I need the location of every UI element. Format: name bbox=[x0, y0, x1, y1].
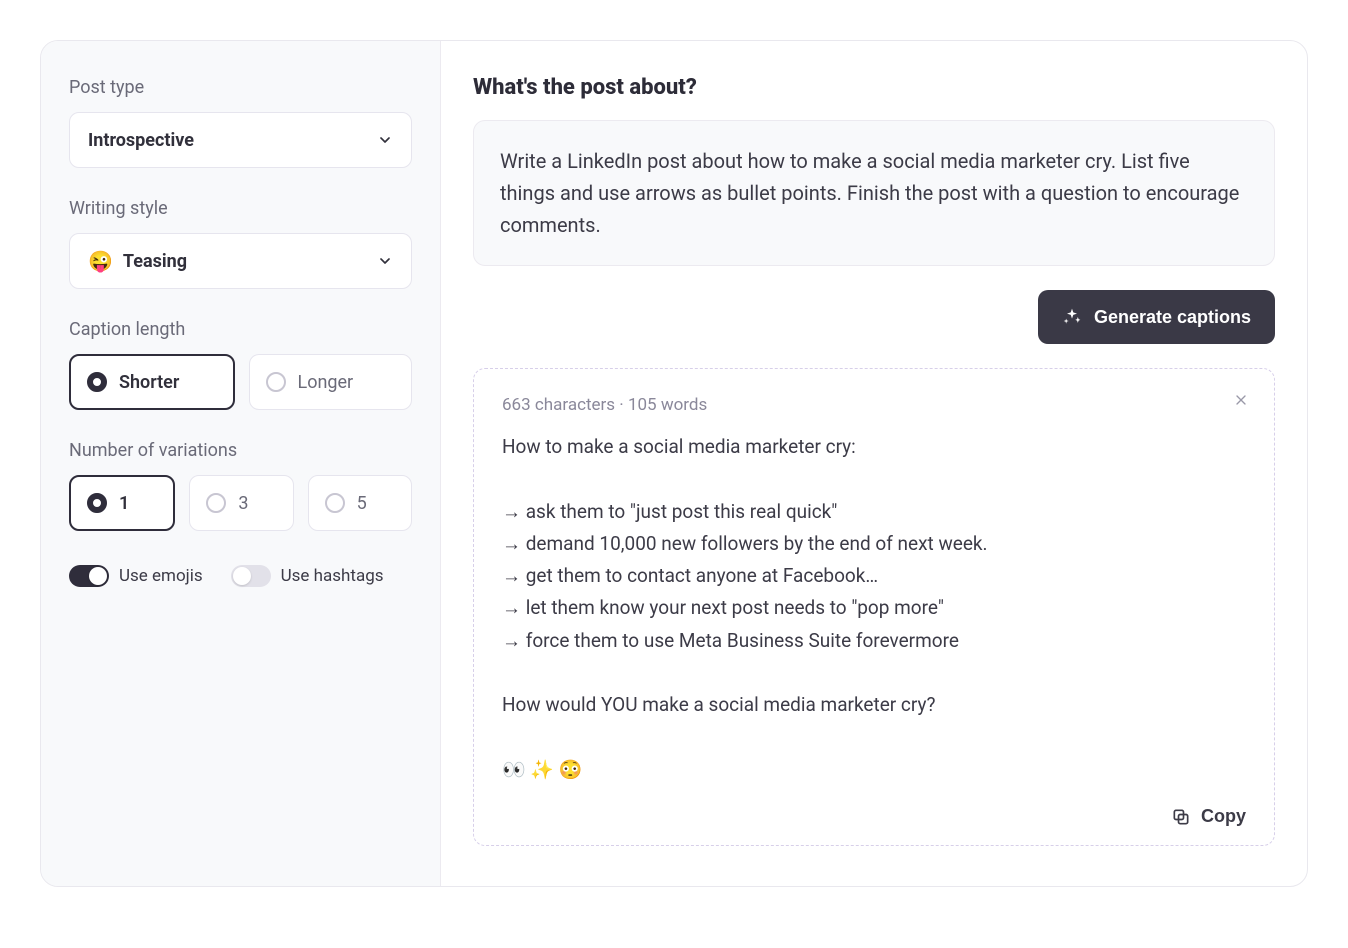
variations-option-5[interactable]: 5 bbox=[308, 475, 412, 531]
result-card: 663 characters · 105 words How to make a… bbox=[473, 368, 1275, 846]
app-shell: Post type Introspective Writing style 😜 … bbox=[40, 40, 1308, 887]
radio-label: 5 bbox=[357, 493, 367, 514]
post-type-select[interactable]: Introspective bbox=[69, 112, 412, 168]
result-body[interactable]: How to make a social media marketer cry:… bbox=[502, 431, 1246, 786]
variations-label: Number of variations bbox=[69, 440, 412, 461]
writing-style-label: Writing style bbox=[69, 198, 412, 219]
writing-style-emoji: 😜 bbox=[88, 249, 113, 273]
close-icon bbox=[1233, 392, 1249, 412]
radio-icon bbox=[87, 372, 107, 392]
toggle-emojis[interactable] bbox=[69, 565, 109, 587]
page-title: What's the post about? bbox=[473, 75, 1275, 100]
writing-style-text: Teasing bbox=[123, 251, 187, 272]
radio-icon bbox=[206, 493, 226, 513]
generate-captions-label: Generate captions bbox=[1094, 307, 1251, 328]
post-type-value: Introspective bbox=[88, 130, 194, 151]
toggle-knob bbox=[89, 567, 107, 585]
radio-label: 3 bbox=[238, 493, 248, 514]
radio-icon bbox=[87, 493, 107, 513]
toggle-knob bbox=[233, 567, 251, 585]
radio-icon bbox=[266, 372, 286, 392]
sparkles-icon bbox=[1062, 307, 1082, 327]
variations-option-1[interactable]: 1 bbox=[69, 475, 175, 531]
toggle-hashtags-label: Use hashtags bbox=[281, 566, 384, 586]
toggle-hashtags-group: Use hashtags bbox=[231, 565, 384, 587]
result-actions: Copy bbox=[502, 806, 1246, 827]
generate-captions-button[interactable]: Generate captions bbox=[1038, 290, 1275, 344]
prompt-textarea[interactable]: Write a LinkedIn post about how to make … bbox=[473, 120, 1275, 266]
copy-icon bbox=[1171, 807, 1191, 827]
chevron-down-icon bbox=[377, 132, 393, 148]
toggles-row: Use emojis Use hashtags bbox=[69, 565, 412, 587]
writing-style-value: 😜 Teasing bbox=[88, 249, 187, 273]
radio-label: Longer bbox=[298, 372, 354, 393]
chevron-down-icon bbox=[377, 253, 393, 269]
caption-length-shorter[interactable]: Shorter bbox=[69, 354, 235, 410]
main: What's the post about? Write a LinkedIn … bbox=[441, 41, 1307, 886]
radio-icon bbox=[325, 493, 345, 513]
caption-length-label: Caption length bbox=[69, 319, 412, 340]
close-result-button[interactable] bbox=[1230, 391, 1252, 413]
toggle-hashtags[interactable] bbox=[231, 565, 271, 587]
radio-label: Shorter bbox=[119, 372, 179, 393]
generate-row: Generate captions bbox=[473, 290, 1275, 344]
copy-label: Copy bbox=[1201, 806, 1246, 827]
radio-label: 1 bbox=[119, 493, 129, 514]
toggle-emojis-label: Use emojis bbox=[119, 566, 203, 586]
writing-style-select[interactable]: 😜 Teasing bbox=[69, 233, 412, 289]
caption-length-group: Shorter Longer bbox=[69, 354, 412, 410]
variations-group: 1 3 5 bbox=[69, 475, 412, 531]
copy-button[interactable]: Copy bbox=[1171, 806, 1246, 827]
variations-option-3[interactable]: 3 bbox=[189, 475, 293, 531]
result-meta: 663 characters · 105 words bbox=[502, 395, 1246, 415]
sidebar: Post type Introspective Writing style 😜 … bbox=[41, 41, 441, 886]
toggle-emojis-group: Use emojis bbox=[69, 565, 203, 587]
caption-length-longer[interactable]: Longer bbox=[249, 354, 413, 410]
post-type-label: Post type bbox=[69, 77, 412, 98]
